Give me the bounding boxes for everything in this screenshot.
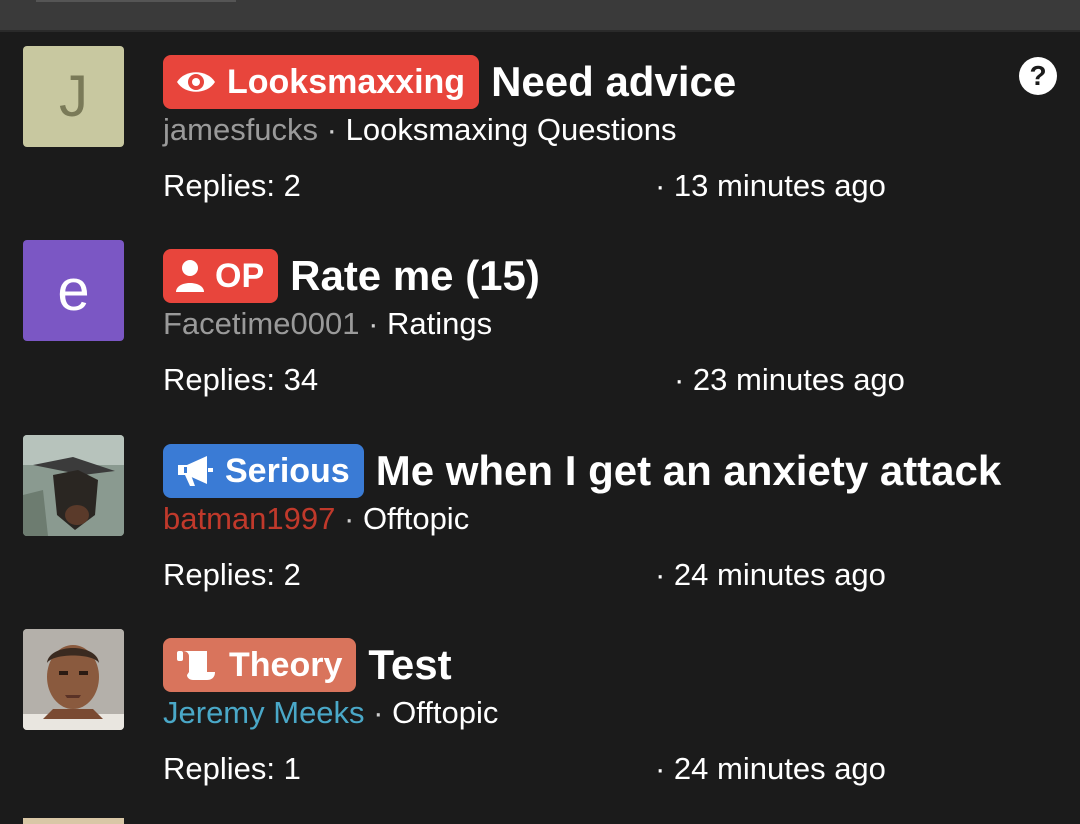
eye-icon: [177, 72, 215, 92]
stats-row: Replies: 2 · 24 minutes ago: [163, 557, 1063, 593]
title-row: Looksmaxxing Need advice: [163, 54, 736, 110]
tab-edge: [36, 0, 236, 2]
prefix-badge[interactable]: Looksmaxxing: [163, 55, 480, 109]
prefix-badge[interactable]: OP: [163, 249, 279, 303]
thread-title[interactable]: Rate me (15): [290, 252, 540, 300]
title-row: OP Rate me (15): [163, 248, 540, 304]
mugshot-photo: [23, 629, 124, 730]
megaphone-icon: [178, 456, 213, 486]
badge-label: OP: [215, 256, 265, 295]
timestamp: · 24 minutes ago: [655, 751, 886, 786]
avatar[interactable]: [23, 435, 124, 536]
timestamp: · 24 minutes ago: [655, 557, 886, 592]
scroll-icon: [177, 651, 215, 680]
thread-item[interactable]: Theory Test Jeremy Meeks · Offtopic Repl…: [0, 629, 1080, 823]
meta-row: Facetime0001 · Ratings: [163, 306, 493, 341]
replies-count: Replies: 34: [163, 362, 319, 397]
thread-item[interactable]: Serious Me when I get an anxiety attack …: [0, 435, 1080, 629]
author-link[interactable]: batman1997: [163, 501, 335, 536]
timestamp: · 23 minutes ago: [674, 362, 905, 397]
stats-row: Replies: 2 · 13 minutes ago: [163, 168, 1063, 204]
forum-link[interactable]: Offtopic: [392, 695, 498, 730]
meta-row: jamesfucks · Looksmaxing Questions: [163, 112, 677, 147]
avatar-letter: J: [59, 63, 88, 129]
title-row: Theory Test: [163, 637, 452, 693]
prefix-badge[interactable]: Theory: [163, 638, 357, 692]
avatar[interactable]: e: [23, 240, 124, 341]
author-link[interactable]: jamesfucks: [163, 112, 318, 147]
top-bar: [0, 0, 1080, 32]
replies-count: Replies: 2: [163, 168, 301, 203]
author-link[interactable]: Jeremy Meeks: [163, 695, 365, 730]
avatar[interactable]: [23, 629, 124, 730]
badge-label: Theory: [229, 645, 343, 684]
thread-title[interactable]: Test: [368, 641, 451, 689]
badge-label: Looksmaxxing: [227, 62, 466, 101]
forum-link[interactable]: Offtopic: [363, 501, 469, 536]
stats-row: Replies: 1 · 24 minutes ago: [163, 751, 1063, 787]
replies-count: Replies: 2: [163, 557, 301, 592]
title-row: Serious Me when I get an anxiety attack: [163, 443, 1001, 499]
bat-photo: [23, 435, 124, 536]
timestamp: · 13 minutes ago: [655, 168, 886, 203]
forum-link[interactable]: Ratings: [387, 306, 492, 341]
thread-item[interactable]: e OP Rate me (15) Facetime0001 · Ratings…: [0, 240, 1080, 434]
prefix-badge[interactable]: Serious: [163, 444, 364, 498]
avatar[interactable]: J: [23, 46, 124, 147]
thread-title[interactable]: Me when I get an anxiety attack: [376, 447, 1002, 495]
replies-count: Replies: 1: [163, 751, 301, 786]
help-icon[interactable]: ?: [1019, 57, 1057, 95]
thread-title[interactable]: Need advice: [491, 58, 736, 106]
author-link[interactable]: Facetime0001: [163, 306, 359, 341]
stats-row: Replies: 34 · 23 minutes ago: [163, 362, 1063, 398]
next-avatar-edge: [23, 818, 124, 824]
user-icon: [176, 260, 204, 292]
thread-item[interactable]: J Looksmaxxing Need advice jamesfucks · …: [0, 46, 1080, 240]
badge-label: Serious: [225, 451, 350, 490]
forum-link[interactable]: Looksmaxing Questions: [346, 112, 677, 147]
meta-row: Jeremy Meeks · Offtopic: [163, 695, 499, 730]
meta-row: batman1997 · Offtopic: [163, 501, 470, 536]
avatar-letter: e: [57, 257, 90, 323]
